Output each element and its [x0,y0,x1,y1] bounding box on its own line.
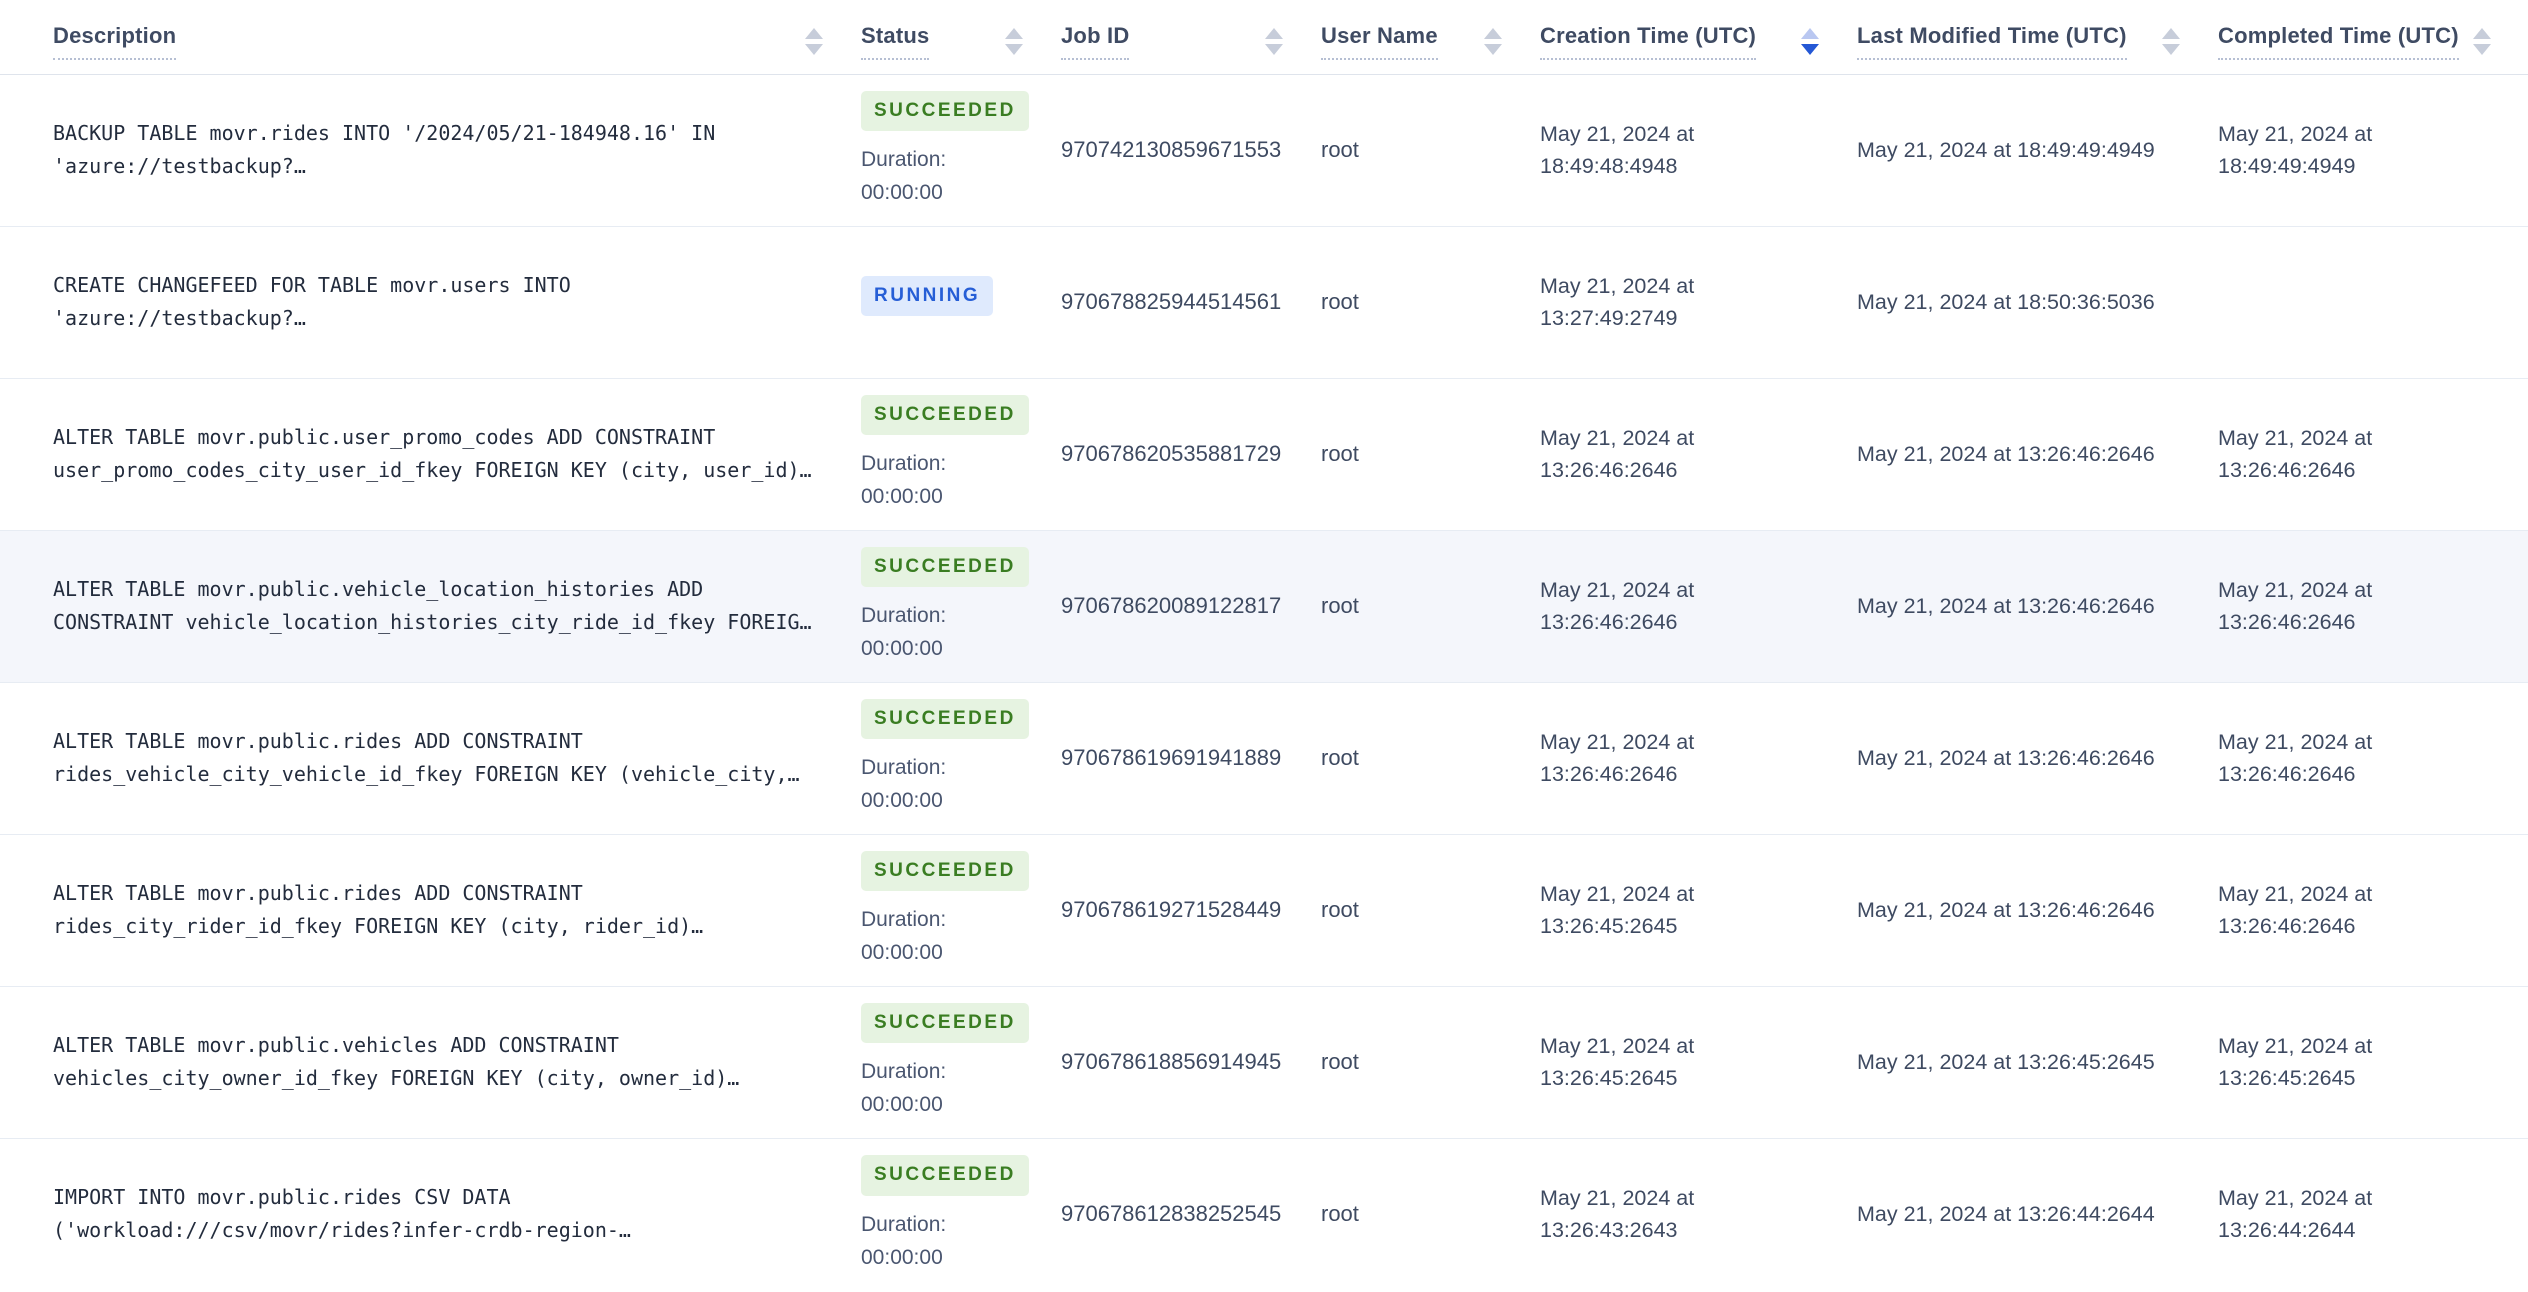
status-badge: SUCCEEDED [861,546,1029,588]
status-badge: SUCCEEDED [861,394,1029,436]
completed-time: May 21, 2024 at 13:26:46:2646 [2218,730,2373,786]
jobs-table: Description Status Job ID User Name Crea… [0,0,2528,1290]
job-description-link[interactable]: BACKUP TABLE movr.rides INTO '/2024/05/2… [53,117,827,183]
column-header-creation-time[interactable]: Creation Time (UTC) [1540,0,1857,75]
job-id: 970678619271528449 [1061,897,1282,922]
status-badge: SUCCEEDED [861,90,1029,132]
completed-time: May 21, 2024 at 18:49:49:4949 [2218,122,2373,178]
job-duration: Duration: 00:00:00 [861,148,947,205]
last-modified-time: May 21, 2024 at 13:26:46:2646 [1857,594,2155,618]
job-duration: Duration: 00:00:00 [861,452,947,509]
job-id: 970742130859671553 [1061,137,1282,162]
job-id: 970678612838252545 [1061,1201,1282,1227]
last-modified-time: May 21, 2024 at 13:26:45:2645 [1857,1050,2155,1074]
column-label: Last Modified Time (UTC) [1857,23,2127,61]
table-row[interactable]: ALTER TABLE movr.public.rides ADD CONSTR… [0,681,2528,834]
status-badge: SUCCEEDED [861,1002,1029,1044]
completed-time: May 21, 2024 at 13:26:46:2646 [2218,578,2373,634]
user-name: root [1321,289,1359,314]
column-header-job-id[interactable]: Job ID [1061,0,1321,75]
column-header-description[interactable]: Description [0,0,861,75]
sort-icon[interactable] [805,28,823,56]
job-description-link[interactable]: ALTER TABLE movr.public.vehicles ADD CON… [53,1029,827,1095]
column-header-user-name[interactable]: User Name [1321,0,1540,75]
sort-icon[interactable] [1265,28,1283,56]
creation-time: May 21, 2024 at 13:26:46:2646 [1540,426,1695,482]
job-description-link[interactable]: CREATE CHANGEFEED FOR TABLE movr.users I… [53,269,827,335]
sort-icon[interactable] [1484,28,1502,56]
table-row[interactable]: IMPORT INTO movr.public.rides CSV DATA (… [0,1137,2528,1290]
column-label: Job ID [1061,23,1130,61]
column-header-completed-time[interactable]: Completed Time (UTC) [2218,0,2528,75]
last-modified-time: May 21, 2024 at 18:50:36:5036 [1857,290,2155,314]
creation-time: May 21, 2024 at 13:26:45:2645 [1540,1034,1695,1090]
status-badge: SUCCEEDED [861,850,1029,892]
column-label: User Name [1321,23,1438,61]
job-duration: Duration: 00:00:00 [861,1060,947,1117]
job-description-link[interactable]: ALTER TABLE movr.public.rides ADD CONSTR… [53,877,827,943]
sort-icon[interactable] [2472,28,2491,56]
user-name: root [1321,1049,1359,1074]
creation-time: May 21, 2024 at 13:26:46:2646 [1540,730,1695,786]
creation-time: May 21, 2024 at 18:49:48:4948 [1540,122,1695,178]
completed-time: May 21, 2024 at 13:26:46:2646 [2218,882,2373,938]
column-label: Status [861,23,930,61]
job-id: 970678618856914945 [1061,1049,1282,1074]
table-row[interactable]: CREATE CHANGEFEED FOR TABLE movr.users I… [0,225,2528,378]
table-row[interactable]: ALTER TABLE movr.public.rides ADD CONSTR… [0,833,2528,986]
user-name: root [1321,897,1359,922]
column-label: Creation Time (UTC) [1540,23,1757,61]
creation-time: May 21, 2024 at 13:26:45:2645 [1540,882,1695,938]
job-id: 970678620535881729 [1061,441,1282,466]
sort-icon[interactable] [1005,28,1023,56]
table-row[interactable]: ALTER TABLE movr.public.vehicle_location… [0,529,2528,682]
user-name: root [1321,1201,1359,1227]
column-label: Description [53,23,177,61]
user-name: root [1321,137,1359,162]
job-description-link[interactable]: ALTER TABLE movr.public.user_promo_codes… [53,421,827,487]
sort-icon[interactable] [2162,28,2180,56]
job-duration: Duration: 00:00:00 [861,908,947,965]
creation-time: May 21, 2024 at 13:27:49:2749 [1540,274,1695,330]
completed-time: May 21, 2024 at 13:26:45:2645 [2218,1034,2373,1090]
job-duration: Duration: 00:00:00 [861,756,947,813]
job-description-link[interactable]: IMPORT INTO movr.public.rides CSV DATA (… [53,1181,827,1247]
last-modified-time: May 21, 2024 at 13:26:46:2646 [1857,746,2155,770]
table-header-row: Description Status Job ID User Name Crea… [0,0,2528,75]
creation-time: May 21, 2024 at 13:26:46:2646 [1540,578,1695,634]
job-description-link[interactable]: ALTER TABLE movr.public.vehicle_location… [53,573,827,639]
last-modified-time: May 21, 2024 at 13:26:46:2646 [1857,898,2155,922]
creation-time: May 21, 2024 at 13:26:43:2643 [1540,1186,1695,1243]
column-header-last-modified-time[interactable]: Last Modified Time (UTC) [1857,0,2218,75]
user-name: root [1321,441,1359,466]
user-name: root [1321,745,1359,770]
job-id: 970678825944514561 [1061,289,1282,314]
last-modified-time: May 21, 2024 at 18:49:49:4949 [1857,138,2155,162]
status-badge: SUCCEEDED [861,698,1029,740]
job-duration: Duration: 00:00:00 [861,604,947,661]
job-id: 970678619691941889 [1061,745,1282,770]
table-row[interactable]: ALTER TABLE movr.public.user_promo_codes… [0,377,2528,530]
last-modified-time: May 21, 2024 at 13:26:44:2644 [1857,1202,2155,1227]
status-badge: SUCCEEDED [861,1154,1029,1196]
status-badge: RUNNING [861,275,994,317]
completed-time: May 21, 2024 at 13:26:44:2644 [2218,1186,2373,1243]
completed-time: May 21, 2024 at 13:26:46:2646 [2218,426,2373,482]
job-duration: Duration: 00:00:00 [861,1212,947,1269]
column-label: Completed Time (UTC) [2218,23,2459,61]
job-description-link[interactable]: ALTER TABLE movr.public.rides ADD CONSTR… [53,725,827,791]
user-name: root [1321,593,1359,618]
table-row[interactable]: BACKUP TABLE movr.rides INTO '/2024/05/2… [0,74,2528,226]
sort-icon-active-desc[interactable] [1801,28,1819,56]
last-modified-time: May 21, 2024 at 13:26:46:2646 [1857,442,2155,466]
table-row[interactable]: ALTER TABLE movr.public.vehicles ADD CON… [0,985,2528,1138]
job-id: 970678620089122817 [1061,593,1282,618]
column-header-status[interactable]: Status [861,0,1061,75]
